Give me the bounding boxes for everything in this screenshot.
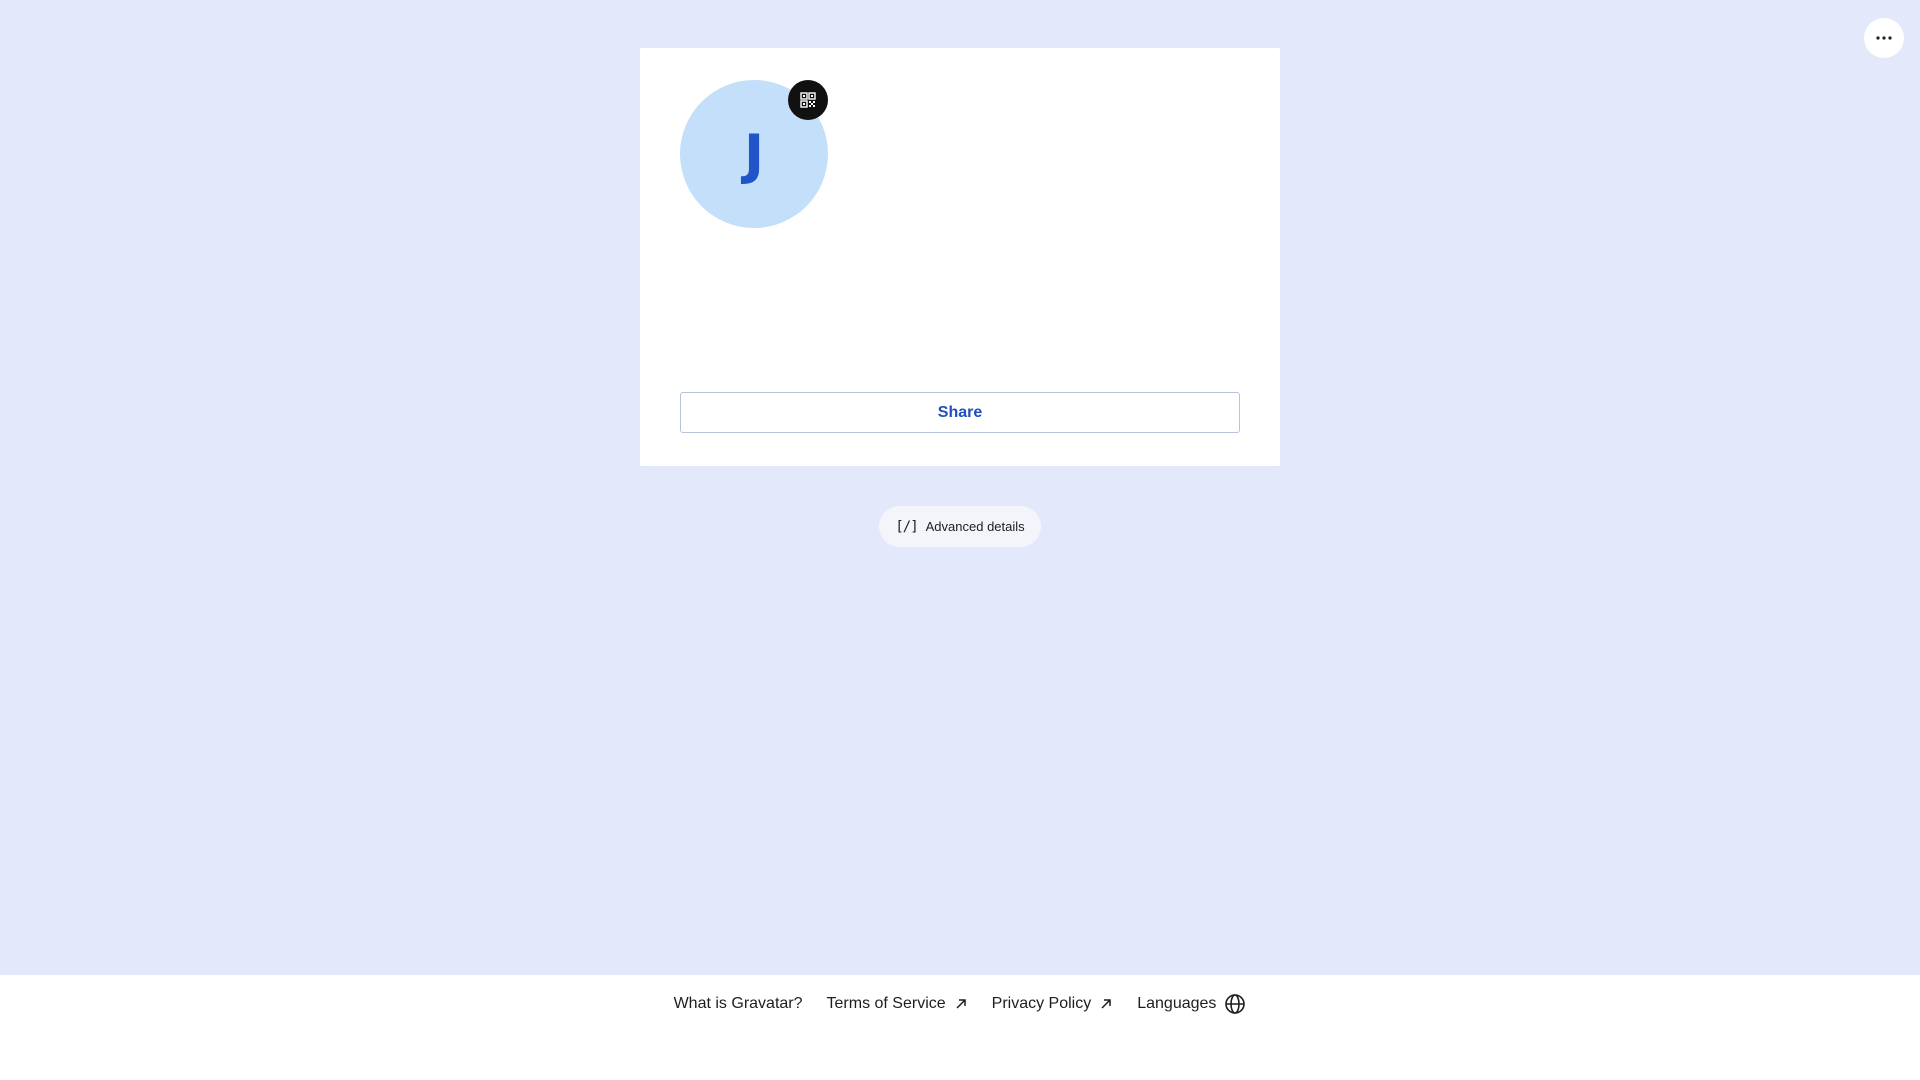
- footer-link-label: Terms of Service: [826, 995, 946, 1012]
- profile-card: J Share: [640, 48, 1280, 466]
- advanced-details-label: Advanced details: [925, 519, 1025, 534]
- ellipsis-icon: [1876, 36, 1892, 40]
- avatar-container: J: [680, 80, 828, 228]
- external-link-icon: [956, 999, 966, 1009]
- external-link-icon: [1101, 999, 1111, 1009]
- footer-nav: What is Gravatar? Terms of Service Priva…: [0, 993, 1920, 1015]
- footer-link-privacy-policy[interactable]: Privacy Policy: [992, 995, 1114, 1013]
- more-options-button[interactable]: [1864, 18, 1904, 58]
- footer-link-languages[interactable]: Languages: [1137, 993, 1246, 1015]
- qr-code-button[interactable]: [788, 80, 828, 120]
- footer-link-label: What is Gravatar?: [673, 995, 803, 1012]
- avatar-initial: J: [743, 122, 765, 186]
- footer-link-what-is-gravatar[interactable]: What is Gravatar?: [674, 995, 803, 1013]
- footer: What is Gravatar? Terms of Service Priva…: [0, 975, 1920, 1080]
- footer-link-label: Privacy Policy: [991, 995, 1092, 1012]
- qr-code-icon: [800, 92, 816, 108]
- share-button[interactable]: Share: [680, 392, 1240, 433]
- code-icon: [/]: [895, 518, 918, 535]
- footer-link-label: Languages: [1137, 995, 1217, 1012]
- advanced-details-button[interactable]: [/] Advanced details: [879, 506, 1041, 547]
- globe-icon: [1225, 994, 1246, 1014]
- footer-link-terms-of-service[interactable]: Terms of Service: [827, 995, 968, 1013]
